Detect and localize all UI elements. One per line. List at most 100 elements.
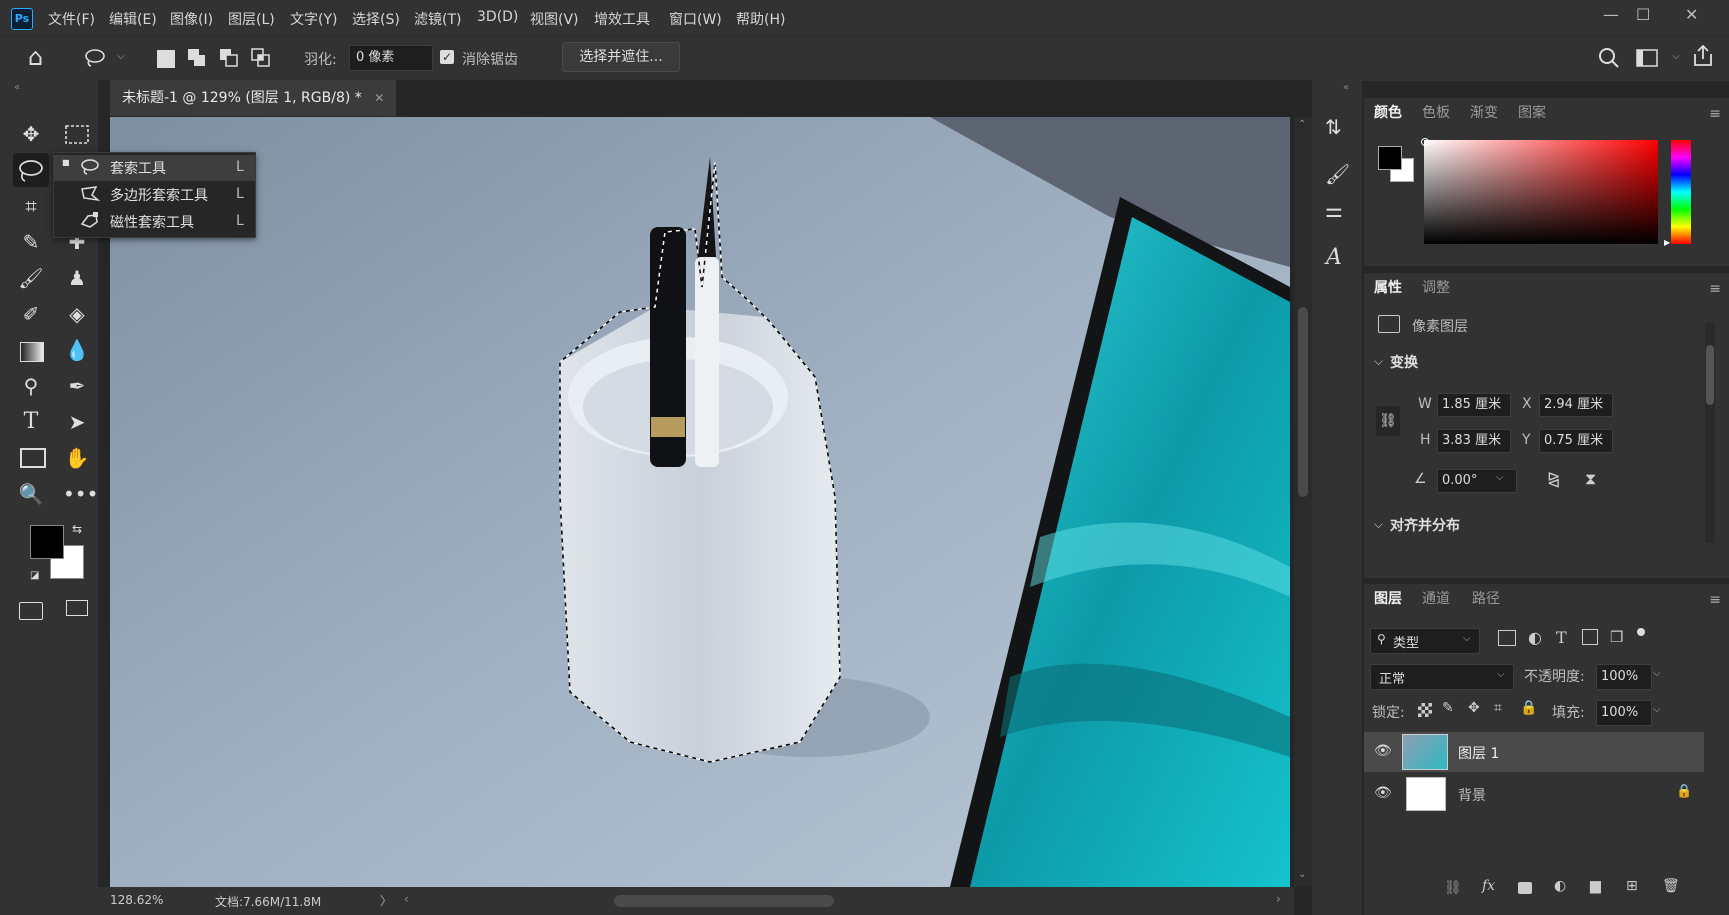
foreground-color-swatch[interactable] — [1378, 146, 1402, 170]
tab-paths[interactable]: 路径 — [1472, 584, 1500, 614]
vertical-scrollbar[interactable]: ⌃ ⌄ — [1294, 117, 1312, 887]
tab-channels[interactable]: 通道 — [1422, 584, 1450, 614]
fx-icon[interactable]: fx — [1482, 878, 1495, 894]
height-input[interactable]: 3.83 厘米 — [1437, 429, 1511, 453]
hue-slider[interactable] — [1671, 140, 1691, 244]
lock-position-icon[interactable]: ✥ — [1468, 700, 1480, 716]
flip-vertical-icon[interactable]: ⧗ — [1585, 469, 1596, 489]
move-tool-icon[interactable]: ✥ — [17, 120, 45, 148]
home-icon[interactable]: ⌂ — [28, 43, 43, 71]
transform-header[interactable]: 变换 — [1390, 352, 1418, 372]
menu-layer[interactable]: 图层(L) — [228, 9, 275, 29]
flyout-item-magnetic-lasso[interactable]: 磁性套索工具 L — [54, 209, 255, 235]
scroll-left-icon[interactable]: ‹ — [404, 892, 409, 906]
filter-smart-object-icon[interactable]: ❒ — [1610, 628, 1623, 646]
glyphs-icon[interactable]: A — [1326, 245, 1342, 270]
brush-tool-icon[interactable]: 🖌 — [17, 264, 45, 292]
adjustment-layer-icon[interactable]: ◐ — [1554, 878, 1566, 894]
dodge-tool-icon[interactable]: ⚲ — [17, 372, 45, 400]
close-button[interactable]: ✕ — [1685, 5, 1698, 24]
x-input[interactable]: 2.94 厘米 — [1539, 393, 1613, 417]
eye-icon[interactable]: 👁 — [1374, 785, 1392, 801]
panel-menu-icon[interactable]: ≡ — [1709, 592, 1721, 608]
chevron-down-icon[interactable]: ⌵ — [1374, 354, 1383, 369]
menu-edit[interactable]: 编辑(E) — [109, 9, 157, 29]
scroll-up-icon[interactable]: ⌃ — [1298, 119, 1306, 130]
layer-name[interactable]: 图层 1 — [1458, 743, 1499, 763]
eyedropper-tool-icon[interactable]: ✎ — [17, 228, 45, 256]
lasso-tool-preset-icon[interactable] — [83, 48, 107, 72]
tab-properties[interactable]: 属性 — [1374, 273, 1402, 303]
blend-mode-select[interactable]: 正常 ⌵ — [1370, 664, 1514, 690]
menu-3d[interactable]: 3D(D) — [477, 9, 518, 25]
add-mask-icon[interactable] — [1518, 882, 1532, 894]
filter-adjustment-icon[interactable]: ◐ — [1528, 628, 1542, 647]
chevron-down-icon[interactable]: ⌵ — [1374, 517, 1383, 532]
lock-transparent-icon[interactable] — [1418, 703, 1432, 717]
chevron-down-icon[interactable]: ⌵ — [1653, 668, 1661, 679]
flyout-item-lasso[interactable]: ■ 套索工具 L — [54, 155, 255, 181]
pen-tool-icon[interactable]: ✒ — [63, 372, 91, 400]
menu-window[interactable]: 窗口(W) — [669, 9, 722, 29]
menu-image[interactable]: 图像(I) — [170, 9, 213, 29]
horizontal-scroll-thumb[interactable] — [614, 895, 834, 907]
layer-row[interactable]: 👁 背景 🔒 — [1364, 774, 1704, 814]
lock-all-icon[interactable]: 🔒 — [1520, 700, 1537, 716]
subtract-selection-icon[interactable] — [219, 48, 239, 72]
tab-swatches[interactable]: 色板 — [1422, 98, 1450, 128]
eye-icon[interactable]: 👁 — [1374, 743, 1392, 759]
document-canvas[interactable] — [110, 117, 1290, 887]
hand-tool-icon[interactable]: ✋ — [63, 444, 91, 472]
type-tool-icon[interactable]: T — [17, 408, 45, 436]
panel-menu-icon[interactable]: ≡ — [1709, 106, 1721, 122]
flip-horizontal-icon[interactable]: ⧎ — [1547, 469, 1560, 488]
lock-pixels-icon[interactable]: ✎ — [1442, 700, 1454, 716]
tab-patterns[interactable]: 图案 — [1518, 98, 1546, 128]
menu-filter[interactable]: 滤镜(T) — [414, 9, 461, 29]
opacity-input[interactable]: 100% — [1596, 664, 1652, 690]
tab-color[interactable]: 颜色 — [1374, 98, 1402, 128]
delete-layer-icon[interactable]: 🗑 — [1662, 878, 1680, 894]
align-distribute-header[interactable]: 对齐并分布 — [1390, 515, 1460, 535]
fill-input[interactable]: 100% — [1596, 700, 1652, 726]
layer-filter-dropdown[interactable]: ⚲ 类型 ⌵ — [1370, 628, 1480, 654]
foreground-color-swatch[interactable] — [30, 525, 64, 559]
history-panel-icon[interactable]: ⇅ — [1325, 115, 1342, 139]
chevron-down-icon[interactable]: ⌵ — [1496, 472, 1504, 483]
menu-help[interactable]: 帮助(H) — [736, 9, 785, 29]
search-icon[interactable] — [1598, 47, 1620, 73]
color-field[interactable] — [1424, 140, 1658, 244]
quick-mask-icon[interactable] — [19, 602, 43, 620]
zoom-tool-icon[interactable]: 🔍 — [17, 480, 45, 508]
properties-scrollbar[interactable] — [1705, 323, 1715, 543]
tab-layers[interactable]: 图层 — [1374, 584, 1402, 614]
angle-input[interactable]: 0.00° — [1437, 469, 1517, 493]
color-picker-marker[interactable] — [1421, 138, 1429, 146]
intersect-selection-icon[interactable] — [251, 48, 271, 72]
collapse-icon[interactable]: « — [14, 82, 20, 93]
adjustments-icon[interactable]: ⚌ — [1325, 198, 1343, 222]
crop-tool-icon[interactable]: ⌗ — [17, 192, 45, 220]
chevron-down-icon[interactable]: ⌵ — [1672, 51, 1680, 62]
properties-scroll-thumb[interactable] — [1706, 345, 1714, 405]
filter-pixel-icon[interactable] — [1498, 630, 1516, 646]
panel-menu-icon[interactable]: ≡ — [1709, 281, 1721, 297]
lasso-tool-icon[interactable] — [13, 153, 49, 187]
default-colors-icon[interactable]: ◪ — [30, 570, 39, 581]
layer-row[interactable]: 👁 图层 1 — [1364, 732, 1704, 772]
history-brush-icon[interactable]: ✐ — [17, 300, 45, 328]
menu-view[interactable]: 视图(V) — [530, 9, 579, 29]
zoom-level[interactable]: 128.62% — [110, 893, 163, 907]
brush-settings-icon[interactable]: 🖌 — [1325, 162, 1350, 186]
maximize-button[interactable]: ☐ — [1636, 5, 1650, 24]
blur-tool-icon[interactable]: 💧 — [63, 336, 91, 364]
width-input[interactable]: 1.85 厘米 — [1437, 393, 1511, 417]
group-folder-icon[interactable]: ▆ — [1590, 878, 1601, 894]
new-selection-icon[interactable] — [157, 50, 175, 68]
chevron-down-icon[interactable]: ⌵ — [1653, 704, 1661, 715]
document-tab[interactable]: 未标题-1 @ 129% (图层 1, RGB/8) * ✕ — [110, 80, 397, 116]
path-select-tool-icon[interactable]: ➤ — [63, 408, 91, 436]
filter-toggle-icon[interactable] — [1637, 628, 1645, 636]
filter-shape-icon[interactable] — [1582, 629, 1598, 645]
vertical-scroll-thumb[interactable] — [1298, 307, 1308, 497]
